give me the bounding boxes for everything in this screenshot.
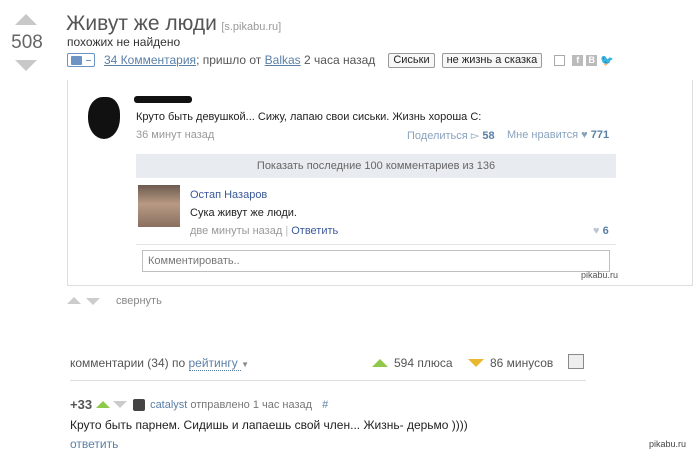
- show-more-comments-bar[interactable]: Показать последние 100 комментариев из 1…: [136, 154, 616, 178]
- share-label: Поделиться: [407, 130, 468, 142]
- post-source[interactable]: [s.pikabu.ru]: [221, 21, 281, 33]
- commenter-avatar: [138, 185, 180, 227]
- comment-author[interactable]: Остап Назаров: [190, 189, 267, 201]
- post-image-frame: Круто быть девушкой... Сижу, лапаю свои …: [67, 80, 693, 286]
- post-header: Живут же люди [s.pikabu.ru]: [66, 12, 281, 36]
- comment-body: Круто быть парнем. Сидишь и лапаешь свой…: [70, 418, 468, 432]
- facebook-icon[interactable]: f: [572, 54, 584, 66]
- avatar-blacked-out: [88, 97, 120, 139]
- image-watermark: pikabu.ru: [581, 270, 619, 280]
- footer-watermark: pikabu.ru: [649, 439, 687, 449]
- meta-text: ; пришло от: [196, 53, 262, 67]
- megaphone-icon: ▻: [470, 130, 480, 142]
- plus-count: 594 плюса: [394, 356, 453, 370]
- comment-rating: +33: [70, 397, 93, 412]
- comment-time-text: отправлено 1 час назад: [190, 398, 313, 411]
- comment-reply-link[interactable]: ответить: [70, 437, 118, 451]
- tag-1[interactable]: Сиськи: [388, 52, 435, 68]
- show-more-comments-label: Показать последние 100 комментариев из 1…: [256, 160, 496, 172]
- comment-time: две минуты назад: [190, 225, 283, 237]
- twitter-icon[interactable]: 🐦: [600, 54, 614, 67]
- heart-icon: ♥: [581, 129, 588, 141]
- save-icon[interactable]: [554, 54, 566, 66]
- plus-vote-summary[interactable]: 594 плюса: [372, 356, 453, 370]
- downvote-arrow-icon[interactable]: [15, 60, 37, 71]
- post-meta-row: 34 Комментария ; пришло от Balkas 2 часа…: [67, 52, 614, 68]
- reply-link[interactable]: Ответить: [291, 225, 338, 237]
- comments-bar: комментарии (34) по рейтингу ▼ 594 плюса…: [70, 353, 586, 381]
- author-name-redacted: [134, 96, 192, 103]
- like-action[interactable]: Мне нравится ♥ 771: [507, 129, 609, 141]
- post-author-link[interactable]: Balkas: [265, 53, 301, 67]
- dash-icon: [86, 59, 91, 61]
- green-up-triangle-icon: [372, 359, 388, 367]
- minus-vote-summary[interactable]: 86 минусов: [468, 356, 553, 370]
- divider-line: [136, 244, 616, 245]
- comment-input[interactable]: Комментировать..: [142, 250, 610, 272]
- heart-icon-small: ♥: [593, 225, 600, 237]
- yellow-down-triangle-icon: [468, 359, 484, 367]
- tag-2[interactable]: не жизнь а сказка: [441, 52, 543, 68]
- sort-dropdown[interactable]: рейтингу: [188, 356, 242, 371]
- caret-down-icon[interactable]: ▼: [241, 360, 249, 369]
- comments-sort-label: комментарии (34) по рейтингу ▼: [70, 356, 249, 371]
- vkontakte-icon[interactable]: B: [586, 54, 598, 66]
- collapse-link[interactable]: свернуть: [116, 295, 162, 307]
- image-downvote-icon[interactable]: [86, 298, 100, 305]
- comment-like-count[interactable]: ♥ 6: [593, 225, 609, 237]
- like-count: 771: [590, 129, 610, 141]
- post-rating: 508: [11, 32, 43, 53]
- post-time: 2 часа назад: [304, 53, 376, 67]
- user-avatar-icon: [133, 398, 146, 411]
- post-text: Круто быть девушкой... Сижу, лапаю свои …: [136, 111, 482, 123]
- sort-dropdown-value: рейтингу: [188, 356, 238, 370]
- share-action[interactable]: Поделиться ▻ 58: [407, 129, 495, 142]
- image-upvote-icon[interactable]: [67, 297, 81, 304]
- image-type-badge[interactable]: [67, 53, 95, 67]
- camera-icon: [71, 55, 82, 65]
- comment-input-placeholder: Комментировать..: [148, 255, 240, 267]
- comments-count-label: комментарии (34) по: [70, 356, 186, 370]
- minus-count: 86 минусов: [490, 356, 554, 370]
- post-time-small: 36 минут назад: [136, 129, 215, 141]
- post-subtitle: похожих не найдено: [67, 35, 181, 49]
- image-mode-icon[interactable]: [568, 354, 584, 369]
- comment-meta: две минуты назад | Ответить: [190, 225, 338, 237]
- comment-author-link[interactable]: catalyst: [150, 399, 187, 411]
- comment-downvote-icon[interactable]: [113, 401, 128, 408]
- comment-header: +33 catalyst отправлено 1 час назад #: [70, 397, 328, 412]
- upvote-arrow-icon[interactable]: [15, 14, 37, 25]
- comment-likes: 6: [602, 225, 609, 237]
- comments-count-link[interactable]: 34 Комментария: [104, 53, 196, 67]
- comment-permalink[interactable]: #: [322, 399, 328, 411]
- like-label: Мне нравится: [507, 129, 579, 141]
- post-title[interactable]: Живут же люди: [66, 12, 217, 35]
- meta-separator: |: [285, 225, 289, 237]
- comment-text: Сука живут же люди.: [190, 207, 297, 219]
- share-count: 58: [482, 130, 495, 142]
- comment-upvote-icon[interactable]: [96, 401, 111, 408]
